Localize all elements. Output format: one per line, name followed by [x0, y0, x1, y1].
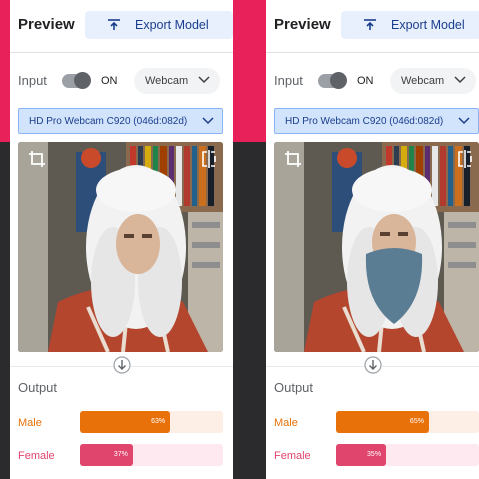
output-label: Output [274, 380, 314, 395]
class-row-female: Female 37% [10, 444, 233, 468]
input-source-value: Webcam [401, 75, 445, 87]
flip-icon[interactable] [201, 150, 217, 168]
arrow-down-circle-icon[interactable] [112, 356, 131, 374]
chevron-down-icon [458, 117, 470, 125]
export-model-button[interactable]: Export Model [85, 11, 233, 39]
confidence-bar: 37% [80, 444, 133, 466]
toggle-knob [74, 72, 91, 89]
header-divider [266, 52, 479, 53]
class-name: Male [18, 417, 42, 429]
export-model-button[interactable]: Export Model [341, 11, 479, 39]
confidence-track: 37% [80, 444, 223, 466]
input-source-select[interactable]: Webcam [134, 68, 220, 94]
input-row: Input ON Webcam [266, 68, 479, 94]
confidence-bar: 63% [80, 411, 171, 433]
confidence-bar: 35% [336, 444, 387, 466]
input-toggle[interactable] [62, 72, 91, 89]
chevron-down-icon [202, 117, 214, 125]
class-row-male: Male 63% [10, 411, 233, 435]
export-model-label: Export Model [135, 18, 209, 32]
class-row-female: Female 35% [266, 444, 479, 468]
input-toggle[interactable] [318, 72, 347, 89]
webcam-image [274, 142, 479, 352]
class-name: Female [18, 450, 55, 462]
toggle-state-label: ON [357, 75, 374, 87]
class-name: Male [274, 417, 298, 429]
confidence-percent: 37% [113, 451, 128, 458]
header-divider [10, 52, 233, 53]
camera-device-value: HD Pro Webcam C920 (046d:082d) [29, 115, 188, 127]
confidence-bar: 65% [336, 411, 429, 433]
panel-header: Preview Export Model [266, 0, 479, 50]
confidence-track: 35% [336, 444, 479, 466]
export-model-label: Export Model [391, 18, 465, 32]
flip-icon[interactable] [457, 150, 473, 168]
camera-device-select[interactable]: HD Pro Webcam C920 (046d:082d) [274, 108, 479, 134]
crop-icon[interactable] [284, 150, 302, 168]
camera-device-select[interactable]: HD Pro Webcam C920 (046d:082d) [18, 108, 223, 134]
webcam-preview [274, 142, 479, 352]
upload-icon [108, 19, 120, 30]
toggle-knob [330, 72, 347, 89]
page-title: Preview [18, 16, 75, 33]
chevron-down-icon [198, 76, 210, 84]
input-label: Input [18, 73, 47, 88]
confidence-percent: 35% [367, 451, 382, 458]
confidence-percent: 65% [409, 418, 424, 425]
output-label: Output [18, 380, 58, 395]
webcam-image [18, 142, 223, 352]
class-row-male: Male 65% [266, 411, 479, 435]
preview-panel-right: Preview Export Model Input ON Webcam HD … [266, 0, 479, 479]
upload-icon [364, 19, 376, 30]
panel-header: Preview Export Model [10, 0, 233, 50]
arrow-down-circle-icon[interactable] [363, 356, 382, 374]
input-label: Input [274, 73, 303, 88]
confidence-track: 65% [336, 411, 479, 433]
chevron-down-icon [454, 76, 466, 84]
camera-device-value: HD Pro Webcam C920 (046d:082d) [285, 115, 444, 127]
crop-icon[interactable] [28, 150, 46, 168]
webcam-preview [18, 142, 223, 352]
input-source-value: Webcam [145, 75, 189, 87]
input-row: Input ON Webcam [10, 68, 233, 94]
preview-panel-left: Preview Export Model Input ON Webcam HD … [10, 0, 233, 479]
class-name: Female [274, 450, 311, 462]
confidence-track: 63% [80, 411, 223, 433]
page-title: Preview [274, 16, 331, 33]
toggle-state-label: ON [101, 75, 118, 87]
input-source-select[interactable]: Webcam [390, 68, 476, 94]
confidence-percent: 63% [151, 418, 166, 425]
